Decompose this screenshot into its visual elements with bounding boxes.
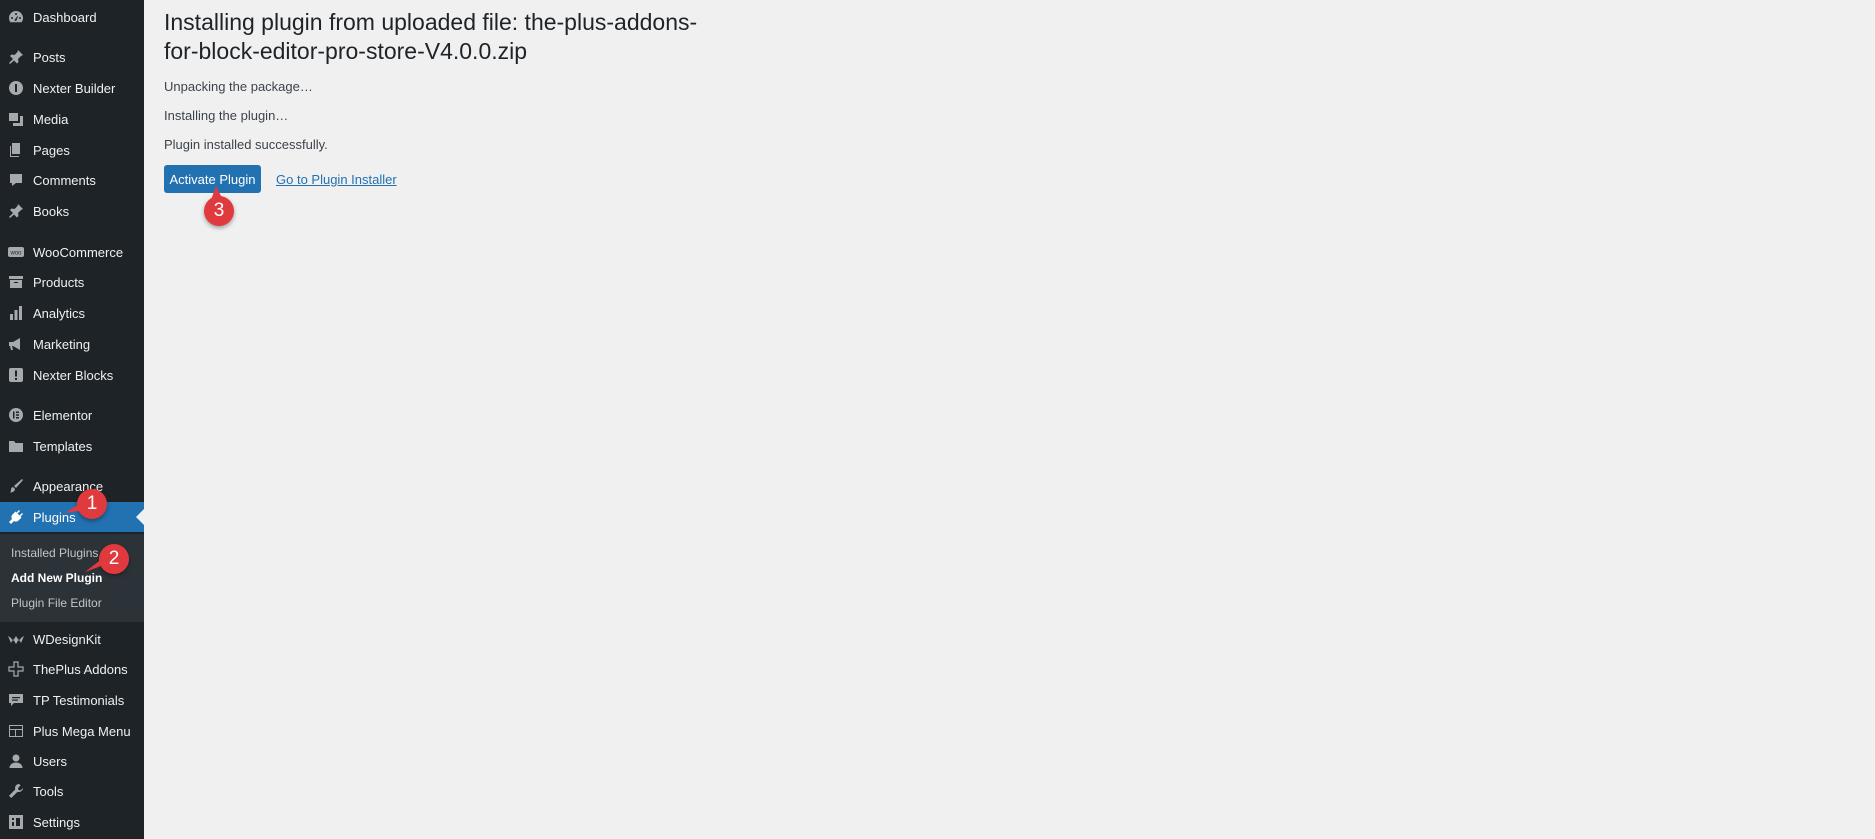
menu-item-posts[interactable]: Posts [0, 42, 144, 72]
mega-menu-icon [8, 723, 24, 739]
step-badge-2: 2 [85, 544, 129, 574]
step-number: 1 [86, 493, 98, 514]
menu-item-label: Elementor [33, 407, 93, 423]
menu-item-theplus-addons[interactable]: ThePlus Addons [0, 654, 144, 684]
menu-item-dashboard[interactable]: Dashboard [0, 2, 144, 32]
menu-item-users[interactable]: Users [0, 746, 144, 776]
media-icon [8, 111, 24, 127]
menu-item-woocommerce[interactable]: woo WooCommerce [0, 237, 144, 267]
menu-item-label: Comments [33, 172, 96, 188]
menu-item-label: Analytics [33, 305, 86, 321]
pin-icon [8, 203, 24, 219]
paintbrush-icon [8, 478, 24, 494]
menu-item-label: Dashboard [33, 9, 97, 25]
status-unpacking: Unpacking the package… [164, 79, 313, 94]
menu-item-label: Books [33, 203, 70, 219]
status-installing: Installing the plugin… [164, 108, 289, 123]
megaphone-icon [8, 336, 24, 352]
menu-item-appearance[interactable]: Appearance [0, 471, 144, 501]
step-number: 2 [108, 548, 120, 569]
step-badge-3: 3 [204, 186, 234, 226]
status-success: Plugin installed successfully. [164, 137, 328, 152]
menu-item-label: Products [33, 274, 85, 290]
menu-item-tp-testimonials[interactable]: TP Testimonials [0, 685, 144, 715]
menu-item-label: TP Testimonials [33, 692, 125, 708]
menu-item-label: Marketing [33, 336, 91, 352]
menu-item-templates[interactable]: Templates [0, 431, 144, 461]
page-title: Installing plugin from uploaded file: th… [164, 9, 698, 64]
menu-item-wdesignkit[interactable]: WDesignKit [0, 624, 144, 654]
menu-item-label: Plus Mega Menu [33, 723, 131, 739]
menu-item-label: Settings [33, 814, 80, 830]
menu-item-media[interactable]: Media [0, 104, 144, 134]
user-icon [8, 753, 24, 769]
plugin-icon [8, 509, 24, 525]
menu-item-tools[interactable]: Tools [0, 776, 144, 806]
step-badge-1: 1 [65, 489, 107, 519]
submenu-plugin-file-editor[interactable]: Plugin File Editor [11, 596, 102, 610]
badge-pointer [211, 186, 223, 200]
archive-icon [8, 274, 24, 290]
menu-item-label: Tools [33, 783, 64, 799]
menu-item-label: Users [33, 753, 67, 769]
wdesignkit-icon [8, 631, 24, 647]
comment-icon [8, 172, 24, 188]
testimonial-icon [8, 692, 24, 708]
menu-item-label: WooCommerce [33, 244, 124, 260]
menu-item-analytics[interactable]: Analytics [0, 298, 144, 328]
pages-icon [8, 142, 24, 158]
woo-icon: woo [8, 244, 24, 260]
nexter-builder-icon [8, 80, 24, 96]
settings-icon [8, 814, 24, 830]
svg-text:woo: woo [9, 251, 22, 257]
menu-item-label: Pages [33, 142, 70, 158]
menu-item-label: Nexter Builder [33, 80, 116, 96]
pin-icon [8, 49, 24, 65]
menu-item-plus-mega-menu[interactable]: Plus Mega Menu [0, 716, 144, 746]
menu-item-label: Nexter Blocks [33, 367, 114, 383]
bar-chart-icon [8, 305, 24, 321]
menu-item-label: Templates [33, 438, 93, 454]
menu-item-label: ThePlus Addons [33, 661, 128, 677]
elementor-icon [8, 407, 24, 423]
menu-item-label: Posts [33, 49, 66, 65]
menu-item-nexter-blocks[interactable]: Nexter Blocks [0, 360, 144, 390]
badge-pointer [65, 503, 81, 513]
menu-item-label: WDesignKit [33, 631, 101, 647]
folder-icon [8, 438, 24, 454]
menu-item-pages[interactable]: Pages [0, 135, 144, 165]
wrench-icon [8, 783, 24, 799]
badge-pointer [85, 558, 103, 572]
active-menu-arrow [136, 509, 144, 525]
menu-item-products[interactable]: Products [0, 267, 144, 297]
go-to-plugin-installer-link[interactable]: Go to Plugin Installer [276, 172, 397, 187]
step-number: 3 [213, 200, 225, 221]
menu-item-settings[interactable]: Settings [0, 807, 144, 837]
admin-sidebar: Dashboard Posts Nexter Builder Media Pag… [0, 0, 144, 839]
menu-item-books[interactable]: Books [0, 196, 144, 226]
menu-item-marketing[interactable]: Marketing [0, 329, 144, 359]
menu-item-nexter-builder[interactable]: Nexter Builder [0, 73, 144, 103]
dashboard-icon [8, 9, 24, 25]
menu-item-comments[interactable]: Comments [0, 165, 144, 195]
theplus-icon [8, 661, 24, 677]
nexter-blocks-icon [8, 367, 24, 383]
menu-item-label: Media [33, 111, 69, 127]
menu-item-elementor[interactable]: Elementor [0, 400, 144, 430]
